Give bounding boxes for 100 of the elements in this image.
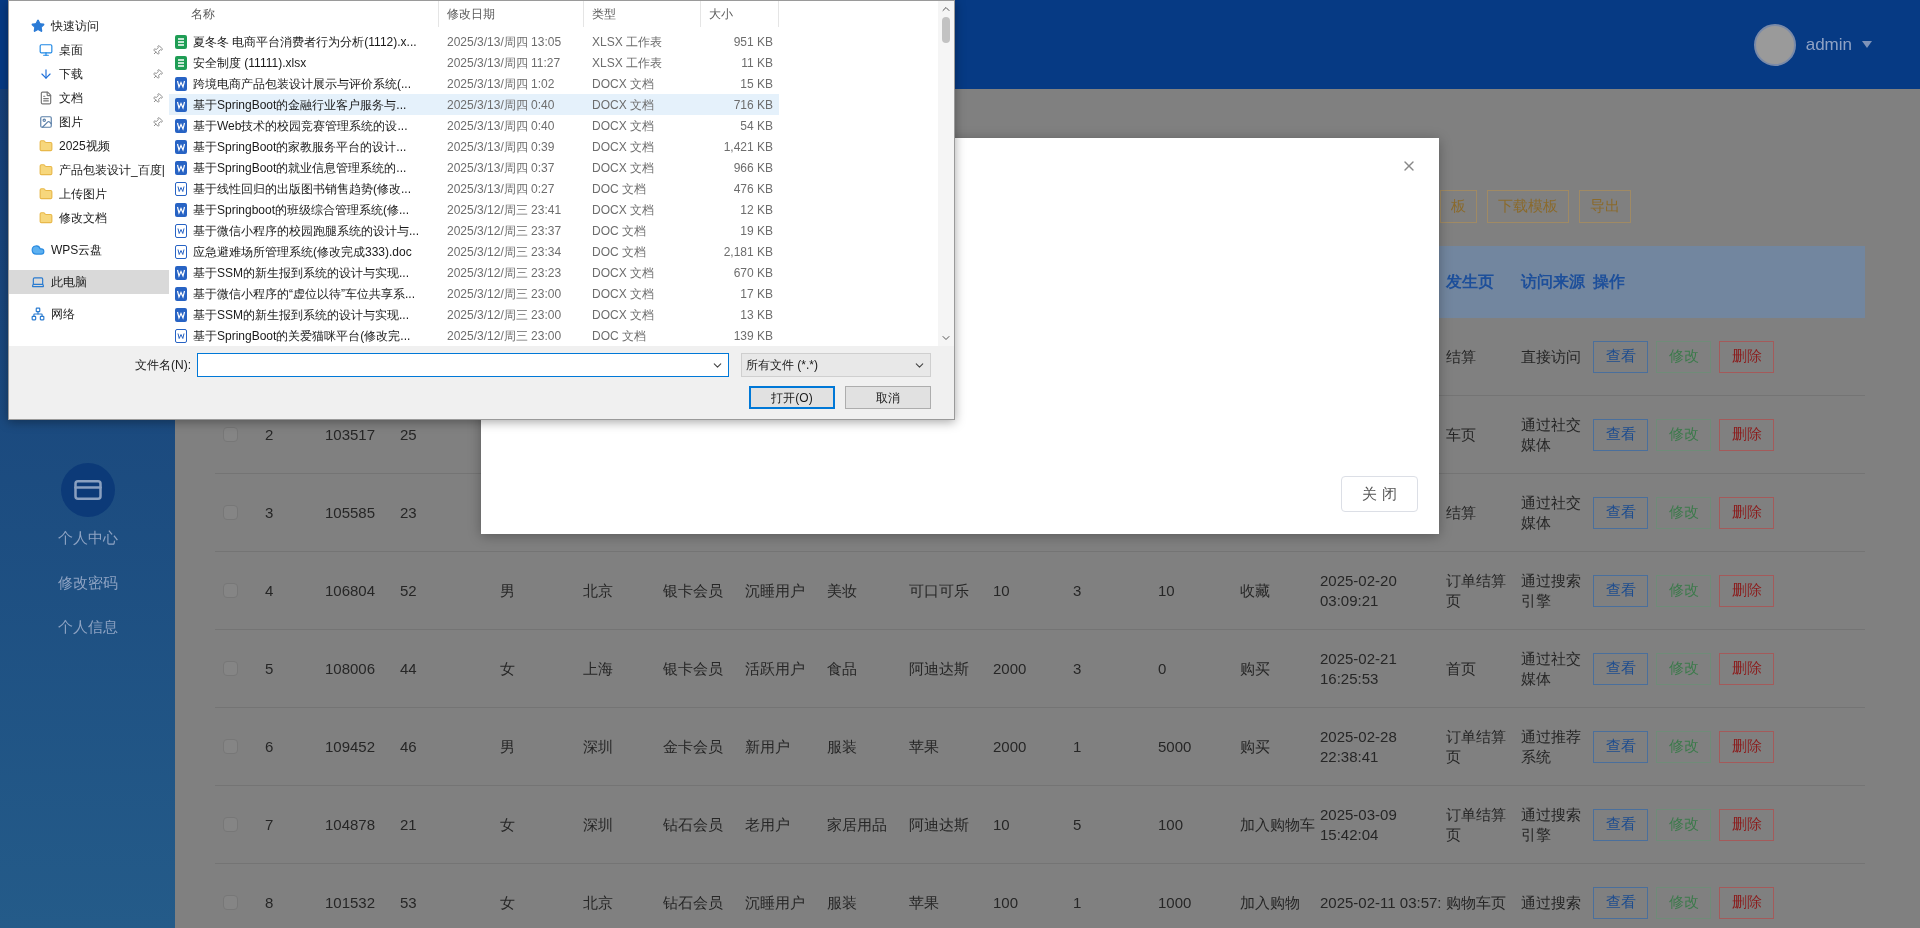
file-row[interactable]: 基于微信小程序的“虚位以待”车位共享系... 2025/3/12/周三 23:00 DOCX 文档 17 KB	[169, 283, 779, 304]
nav-item[interactable]: 产品包装设计_百度|	[9, 158, 169, 182]
table-cell: 钻石会员	[663, 893, 723, 911]
table-cell: 车页	[1446, 425, 1476, 443]
nav-item[interactable]: WPS云盘	[9, 238, 169, 262]
table-cell: 100	[993, 893, 1019, 911]
table-cell: 订单结算页	[1446, 727, 1506, 765]
table-cell: 收藏	[1240, 581, 1270, 599]
file-row[interactable]: 基于Springboot的班级综合管理系统(修... 2025/3/12/周三 23:41 DOCX 文档 12 KB	[169, 199, 779, 220]
table-cell: 103517	[325, 425, 376, 443]
table-cell: 100	[1158, 815, 1184, 833]
file-date: 2025/3/12/周三 23:41	[446, 201, 563, 219]
table-cell: 通过推荐系统	[1521, 727, 1581, 765]
file-row[interactable]: 基于SpringBoot的金融行业客户服务与... 2025/3/13/周四 0:40 DOCX 文档 716 KB	[169, 94, 779, 115]
file-type-select[interactable]: 所有文件 (*.*)	[741, 353, 931, 377]
document-icon	[174, 243, 188, 260]
table-cell: 结算	[1446, 347, 1476, 365]
table-cell: 53	[400, 893, 417, 911]
nav-item[interactable]: 文档	[9, 86, 169, 110]
file-type: DOC 文档	[591, 180, 647, 198]
file-type: DOCX 文档	[591, 264, 655, 282]
table-cell: 2025-03-09 15:42:04	[1320, 805, 1397, 843]
table-cell: 订单结算页	[1446, 805, 1506, 843]
file-row[interactable]: 基于SpringBoot的关爱猫咪平台(修改完... 2025/3/12/周三 23:00 DOC 文档 139 KB	[169, 325, 779, 346]
table-cell: 加入购物车	[1240, 815, 1315, 833]
filename-field[interactable]	[197, 353, 729, 377]
file-name: 安全制度 (11111).xlsx	[193, 54, 307, 72]
table-cell: 美妆	[827, 581, 857, 599]
file-row[interactable]: 基于SSM的新生报到系统的设计与实现... 2025/3/12/周三 23:23 DOCX 文档 670 KB	[169, 262, 779, 283]
table-cell: 女	[500, 815, 515, 833]
filename-label: 文件名(N):	[134, 357, 192, 374]
file-date: 2025/3/13/周四 0:40	[446, 96, 556, 114]
file-size: 716 KB	[732, 96, 774, 114]
nav-item[interactable]: 图片	[9, 110, 169, 134]
nav-item[interactable]: 下载	[9, 62, 169, 86]
file-row[interactable]: 基于SpringBoot的就业信息管理系统的... 2025/3/13/周四 0:37 DOCX 文档 966 KB	[169, 157, 779, 178]
nav-item[interactable]: 上传图片	[9, 182, 169, 206]
column-header: 访问来源	[1521, 273, 1585, 290]
table-cell: 服装	[827, 737, 857, 755]
table-cell: 2000	[993, 737, 1027, 755]
scrollbar[interactable]	[938, 1, 954, 346]
file-row[interactable]: 基于Web技术的校园竞赛管理系统的设... 2025/3/13/周四 0:40 DOCX 文档 54 KB	[169, 115, 779, 136]
file-row[interactable]: 夏冬冬 电商平台消费者行为分析(1112).x... 2025/3/13/周四 13:05 XLSX 工作表 951 KB	[169, 31, 779, 52]
column-header[interactable]: 名称	[169, 1, 439, 27]
table-cell: 1000	[1158, 893, 1192, 911]
table-cell: 通过社交媒体	[1521, 649, 1581, 687]
picture-icon	[39, 115, 53, 129]
file-row[interactable]: 跨境电商产品包装设计展示与评价系统(... 2025/3/13/周四 1:02 DOCX 文档 15 KB	[169, 73, 779, 94]
table-cell: 订单结算页	[1446, 571, 1506, 609]
nav-item[interactable]: 桌面	[9, 38, 169, 62]
download-icon	[39, 67, 53, 81]
star-icon	[31, 19, 45, 33]
column-header[interactable]: 修改日期	[439, 1, 584, 27]
spreadsheet-icon	[174, 54, 188, 71]
table-cell: 52	[400, 581, 417, 599]
file-date: 2025/3/13/周四 0:37	[446, 159, 556, 177]
file-row[interactable]: 基于SSM的新生报到系统的设计与实现... 2025/3/12/周三 23:00 DOCX 文档 13 KB	[169, 304, 779, 325]
computer-icon	[31, 275, 45, 289]
file-row[interactable]: 基于SpringBoot的家教服务平台的设计... 2025/3/13/周四 0:39 DOCX 文档 1,421 KB	[169, 136, 779, 157]
nav-item[interactable]: 快速访问	[9, 14, 169, 38]
table-cell: 沉睡用户	[745, 581, 805, 599]
table-cell: 10	[993, 815, 1010, 833]
user-name[interactable]: admin	[1805, 31, 1852, 58]
nav-item[interactable]: 修改文档	[9, 206, 169, 230]
nav-item[interactable]: 此电脑	[9, 270, 169, 294]
nav-item[interactable]: 2025视频	[9, 134, 169, 158]
file-size: 13 KB	[739, 306, 774, 324]
file-date: 2025/3/12/周三 23:37	[446, 222, 563, 240]
file-row[interactable]: 安全制度 (11111).xlsx 2025/3/13/周四 11:27 XLSX 工作表 11 KB	[169, 52, 779, 73]
table-cell: 3	[1073, 581, 1082, 599]
avatar[interactable]	[1753, 23, 1796, 66]
table-cell: 银卡会员	[663, 659, 723, 677]
file-size: 15 KB	[739, 75, 774, 93]
close-button[interactable]: 关 闭	[1341, 476, 1418, 512]
table-cell: 2025-02-28 22:38:41	[1320, 727, 1397, 765]
file-row[interactable]: 应急避难场所管理系统(修改完成333).doc 2025/3/12/周三 23:34 DOC 文档 2,181 KB	[169, 241, 779, 262]
nav-item[interactable]: 网络	[9, 302, 169, 326]
file-size: 1,421 KB	[722, 138, 774, 156]
file-type: DOCX 文档	[591, 75, 655, 93]
file-row[interactable]: 基于线性回归的出版图书销售趋势(修改... 2025/3/13/周四 0:27 DOC 文档 476 KB	[169, 178, 779, 199]
open-button[interactable]: 打开(O)	[749, 386, 835, 409]
desktop-icon	[39, 43, 53, 57]
table-cell: 101532	[325, 893, 376, 911]
table-cell: 食品	[827, 659, 857, 677]
file-type: XLSX 工作表	[591, 54, 664, 72]
column-header[interactable]: 大小	[701, 1, 779, 27]
file-row[interactable]: 基于微信小程序的校园跑腿系统的设计与... 2025/3/12/周三 23:37 DOC 文档 19 KB	[169, 220, 779, 241]
table-cell: 通过搜索引擎	[1521, 805, 1581, 843]
table-cell: 深圳	[583, 737, 613, 755]
table-cell: 2	[265, 425, 274, 443]
table-cell: 46	[400, 737, 417, 755]
cancel-button[interactable]: 取消	[845, 386, 931, 409]
file-type: DOCX 文档	[591, 159, 655, 177]
table-cell: 男	[500, 737, 515, 755]
caret-icon[interactable]	[1862, 41, 1872, 48]
folder-icon	[39, 187, 53, 201]
table-cell: 44	[400, 659, 417, 677]
table-cell: 2025-02-11 03:57:	[1320, 893, 1442, 911]
column-header[interactable]: 类型	[584, 1, 701, 27]
scrollbar-thumb[interactable]	[942, 17, 950, 43]
